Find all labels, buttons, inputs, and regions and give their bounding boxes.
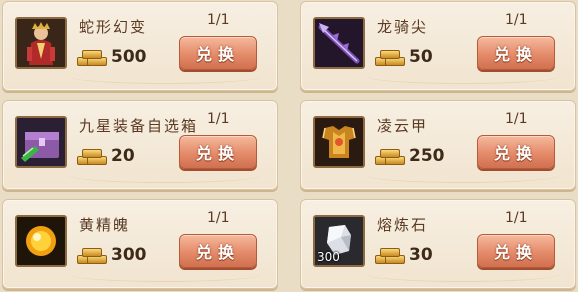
golden-armor-icon[interactable] (313, 116, 365, 168)
cost-amount: 20 (111, 146, 135, 166)
cost-amount: 500 (111, 47, 147, 67)
item-name: 九星装备自选箱 (79, 117, 199, 135)
item-name: 龙骑尖 (377, 18, 429, 36)
exchange-limit: 1/1 (505, 12, 528, 28)
gold-ingot-icon (77, 147, 107, 165)
cost-amount: 300 (111, 245, 147, 265)
exchange-button[interactable]: 兑换 (477, 234, 555, 268)
item-name: 熔炼石 (377, 216, 429, 234)
card-decoration (367, 267, 559, 282)
exchange-limit: 1/1 (207, 210, 230, 226)
exchange-card: 300 熔炼石 1/1 30 兑换 (300, 199, 576, 289)
exchange-grid: 蛇形幻变 1/1 500 兑换 龙骑尖 1/1 50 兑换 九星装备自选箱 1/… (0, 0, 578, 292)
cost-amount: 30 (409, 245, 433, 265)
cost: 30 (375, 244, 433, 266)
gold-ingot-icon (77, 246, 107, 264)
cost: 300 (77, 244, 147, 266)
gold-ingot-icon (77, 48, 107, 66)
cost: 250 (375, 145, 445, 167)
exchange-button[interactable]: 兑换 (179, 234, 257, 268)
card-decoration (69, 168, 261, 183)
exchange-limit: 1/1 (207, 111, 230, 127)
exchange-button[interactable]: 兑换 (179, 36, 257, 70)
cost-amount: 50 (409, 47, 433, 67)
card-decoration (69, 267, 261, 282)
exchange-limit: 1/1 (505, 210, 528, 226)
purple-chest-icon[interactable] (15, 116, 67, 168)
card-decoration (69, 69, 261, 84)
exchange-button[interactable]: 兑换 (477, 36, 555, 70)
gold-ingot-icon (375, 48, 405, 66)
item-name: 凌云甲 (377, 117, 429, 135)
card-decoration (367, 69, 559, 84)
cost-amount: 250 (409, 146, 445, 166)
item-name: 蛇形幻变 (79, 18, 148, 36)
cost: 20 (77, 145, 135, 167)
item-name: 黄精魄 (79, 216, 131, 234)
gold-ingot-icon (375, 147, 405, 165)
exchange-card: 龙骑尖 1/1 50 兑换 (300, 1, 576, 91)
exchange-card: 黄精魄 1/1 300 兑换 (2, 199, 278, 289)
gold-ingot-icon (375, 246, 405, 264)
cost: 50 (375, 46, 433, 68)
exchange-button[interactable]: 兑换 (179, 135, 257, 169)
exchange-limit: 1/1 (207, 12, 230, 28)
quantity-badge: 300 (317, 250, 340, 264)
exchange-card: 九星装备自选箱 1/1 20 兑换 (2, 100, 278, 190)
yellow-orb-icon[interactable] (15, 215, 67, 267)
card-decoration (367, 168, 559, 183)
character-avatar-icon[interactable] (15, 17, 67, 69)
cost: 500 (77, 46, 147, 68)
exchange-button[interactable]: 兑换 (477, 135, 555, 169)
dragon-spear-icon[interactable] (313, 17, 365, 69)
exchange-card: 凌云甲 1/1 250 兑换 (300, 100, 576, 190)
exchange-limit: 1/1 (505, 111, 528, 127)
smelting-stone-icon[interactable]: 300 (313, 215, 365, 267)
exchange-card: 蛇形幻变 1/1 500 兑换 (2, 1, 278, 91)
